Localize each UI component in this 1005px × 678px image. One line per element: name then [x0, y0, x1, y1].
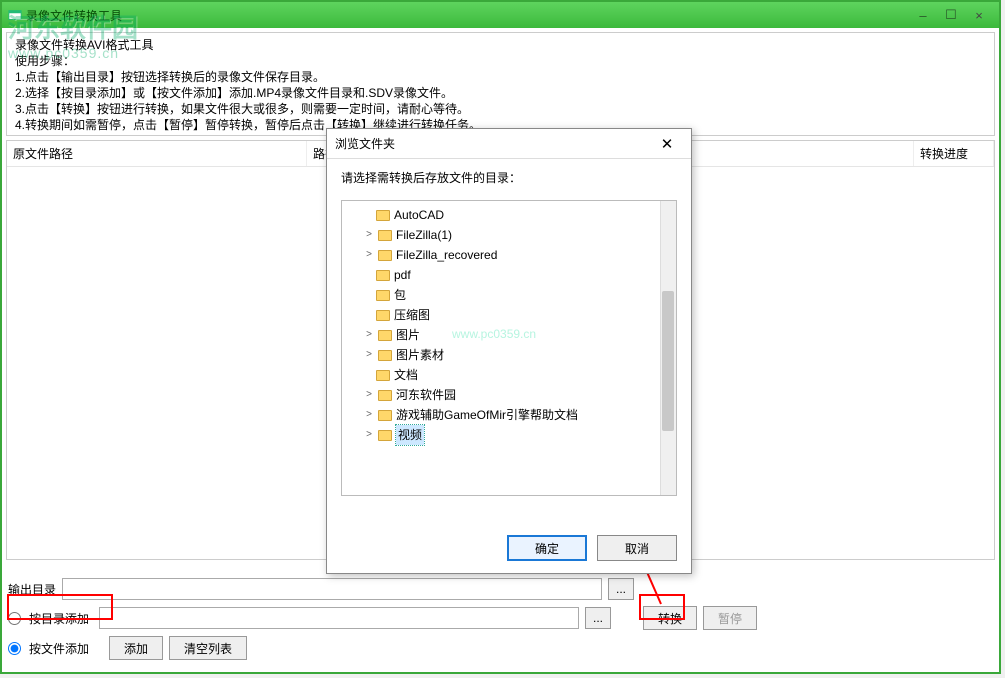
- instructions-title: 录像文件转换AVI格式工具: [15, 37, 986, 53]
- expand-icon[interactable]: >: [364, 345, 374, 365]
- instruction-step: 1.点击【输出目录】按钮选择转换后的录像文件保存目录。: [15, 69, 986, 85]
- folder-icon: [376, 210, 390, 221]
- tree-item[interactable]: > FileZilla_recovered: [364, 245, 676, 265]
- tree-item-label: 游戏辅助GameOfMir引擎帮助文档: [396, 405, 578, 425]
- by-file-label: 按文件添加: [29, 640, 89, 657]
- close-button[interactable]: ×: [965, 6, 993, 24]
- instructions-steps-label: 使用步骤：: [15, 53, 986, 69]
- clear-list-button[interactable]: 清空列表: [169, 636, 247, 660]
- folder-icon: [378, 250, 392, 261]
- dialog-title: 浏览文件夹: [335, 135, 395, 152]
- tree-item-label: FileZilla_recovered: [396, 245, 497, 265]
- by-folder-label: 按目录添加: [29, 610, 89, 627]
- expand-icon[interactable]: >: [364, 245, 374, 265]
- expand-icon[interactable]: >: [364, 325, 374, 345]
- tree-item[interactable]: 压缩图: [376, 305, 676, 325]
- tree-item-label: AutoCAD: [394, 205, 444, 225]
- convert-button[interactable]: 转换: [643, 606, 697, 630]
- tree-item-label: 图片: [396, 325, 420, 345]
- by-folder-radio[interactable]: [8, 612, 21, 625]
- tree-item-label: 压缩图: [394, 305, 430, 325]
- tree-item-label: 图片素材: [396, 345, 444, 365]
- tree-item[interactable]: pdf: [376, 265, 676, 285]
- dialog-titlebar[interactable]: 浏览文件夹 ✕: [327, 129, 691, 159]
- tree-item[interactable]: > FileZilla(1): [364, 225, 676, 245]
- tree-item[interactable]: 文档: [376, 365, 676, 385]
- window-title: 录像文件转换工具: [26, 7, 122, 24]
- pause-button[interactable]: 暂停: [703, 606, 757, 630]
- tree-item[interactable]: > 图片素材: [364, 345, 676, 365]
- tree-item-label: 视频: [396, 425, 424, 445]
- folder-icon: [376, 270, 390, 281]
- cancel-button[interactable]: 取消: [597, 535, 677, 561]
- output-dir-label: 输出目录: [8, 581, 56, 598]
- instructions-panel: 录像文件转换AVI格式工具 使用步骤： 1.点击【输出目录】按钮选择转换后的录像…: [6, 32, 995, 136]
- folder-icon: [378, 410, 392, 421]
- browse-folder-dialog: 浏览文件夹 ✕ 请选择需转换后存放文件的目录： AutoCAD > FileZill…: [326, 128, 692, 574]
- tree-item-label: pdf: [394, 265, 411, 285]
- tree-scrollbar[interactable]: [660, 201, 676, 495]
- titlebar[interactable]: 录像文件转换工具 – ☐ ×: [2, 2, 999, 28]
- scrollbar-thumb[interactable]: [662, 291, 674, 431]
- dialog-close-button[interactable]: ✕: [651, 133, 683, 155]
- col-progress[interactable]: 转换进度: [914, 141, 994, 166]
- maximize-button[interactable]: ☐: [937, 6, 965, 24]
- expand-icon[interactable]: >: [364, 425, 374, 445]
- output-dir-input[interactable]: [62, 578, 602, 600]
- instruction-step: 3.点击【转换】按钮进行转换，如果文件很大或很多，则需要一定时间，请耐心等待。: [15, 101, 986, 117]
- tree-item[interactable]: > 图片: [364, 325, 676, 345]
- expand-icon[interactable]: >: [364, 405, 374, 425]
- tree-item[interactable]: 包: [376, 285, 676, 305]
- by-file-radio[interactable]: [8, 642, 21, 655]
- folder-icon: [378, 350, 392, 361]
- folder-icon: [378, 230, 392, 241]
- tree-item[interactable]: > 河东软件园: [364, 385, 676, 405]
- tree-item-label: 包: [394, 285, 406, 305]
- browse-folder-button[interactable]: ...: [585, 607, 611, 629]
- tree-item[interactable]: > 视频: [364, 425, 676, 445]
- expand-icon[interactable]: >: [364, 385, 374, 405]
- folder-tree[interactable]: AutoCAD > FileZilla(1) > FileZilla_recovered…: [341, 200, 677, 496]
- folder-icon: [378, 430, 392, 441]
- ok-button[interactable]: 确定: [507, 535, 587, 561]
- folder-icon: [376, 290, 390, 301]
- folder-icon: [376, 310, 390, 321]
- instruction-step: 2.选择【按目录添加】或【按文件添加】添加.MP4录像文件目录和.SDV录像文件…: [15, 85, 986, 101]
- folder-path-input[interactable]: [99, 607, 579, 629]
- tree-item[interactable]: > 游戏辅助GameOfMir引擎帮助文档: [364, 405, 676, 425]
- browse-output-button[interactable]: ...: [608, 578, 634, 600]
- add-button[interactable]: 添加: [109, 636, 163, 660]
- tree-item-label: 河东软件园: [396, 385, 456, 405]
- col-source-path[interactable]: 原文件路径: [7, 141, 307, 166]
- tree-item[interactable]: AutoCAD: [376, 205, 676, 225]
- app-icon: [8, 8, 22, 22]
- folder-icon: [378, 390, 392, 401]
- tree-item-label: FileZilla(1): [396, 225, 452, 245]
- minimize-button[interactable]: –: [909, 6, 937, 24]
- dialog-message: 请选择需转换后存放文件的目录：: [341, 169, 677, 186]
- expand-icon[interactable]: >: [364, 225, 374, 245]
- tree-item-label: 文档: [394, 365, 418, 385]
- bottom-controls: 输出目录 ... 按目录添加 ... 转换 暂停 按文件添加 添加 清空列表: [8, 578, 993, 666]
- folder-icon: [378, 330, 392, 341]
- folder-icon: [376, 370, 390, 381]
